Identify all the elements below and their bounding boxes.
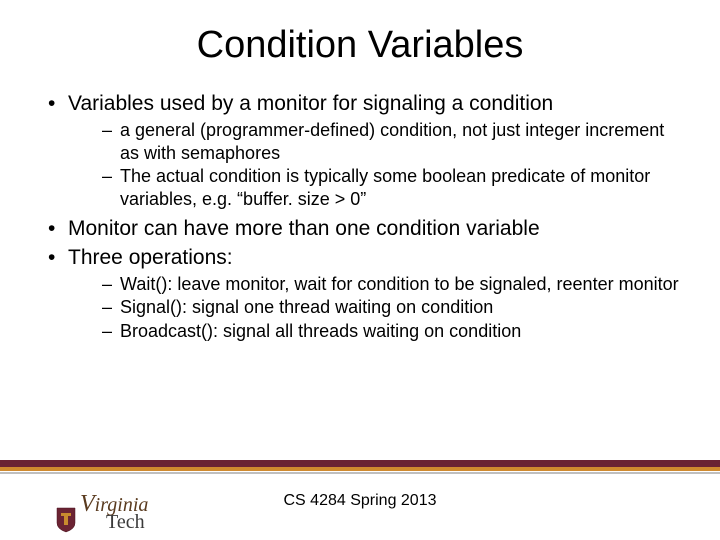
- sub-item: Wait(): leave monitor, wait for conditio…: [98, 273, 680, 296]
- bullet-item: Three operations: Wait(): leave monitor,…: [40, 245, 680, 343]
- sub-list: a general (programmer-defined) condition…: [68, 119, 680, 210]
- footer-text: CS 4284 Spring 2013: [0, 492, 720, 510]
- shield-icon: [56, 507, 76, 533]
- slide: Condition Variables Variables used by a …: [0, 0, 720, 540]
- sub-item: The actual condition is typically some b…: [98, 165, 680, 210]
- bar-orange: [0, 467, 720, 471]
- bullet-text: Three operations:: [68, 246, 233, 269]
- logo-tech: Tech: [106, 513, 148, 531]
- slide-title: Condition Variables: [40, 24, 680, 67]
- sub-item: Signal(): signal one thread waiting on c…: [98, 296, 680, 319]
- bullet-text: Variables used by a monitor for signalin…: [68, 92, 553, 115]
- sub-item: a general (programmer-defined) condition…: [98, 119, 680, 164]
- bullet-text: Monitor can have more than one condition…: [68, 217, 540, 240]
- bullet-item: Variables used by a monitor for signalin…: [40, 91, 680, 210]
- sub-list: Wait(): leave monitor, wait for conditio…: [68, 273, 680, 343]
- bullet-list: Variables used by a monitor for signalin…: [40, 91, 680, 342]
- footer-divider: [0, 460, 720, 474]
- bar-maroon: [0, 460, 720, 467]
- bullet-item: Monitor can have more than one condition…: [40, 216, 680, 242]
- sub-item: Broadcast(): signal all threads waiting …: [98, 320, 680, 343]
- bar-gray: [0, 472, 720, 474]
